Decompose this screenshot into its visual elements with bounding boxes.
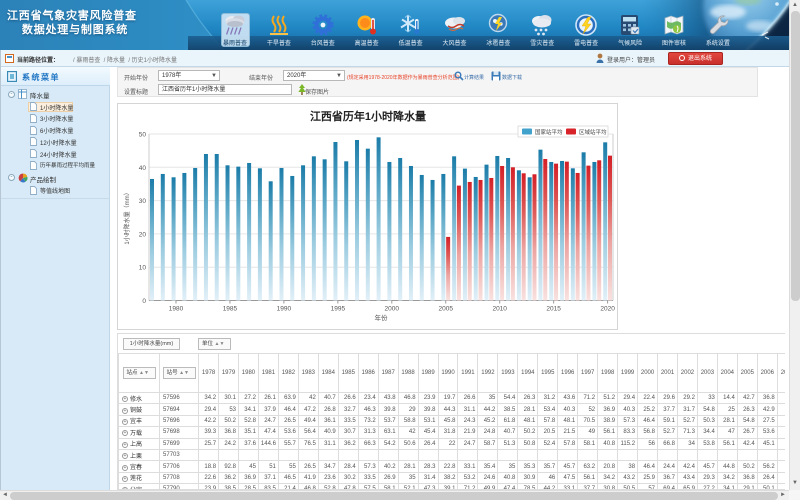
svg-text:20: 20 (139, 231, 147, 238)
svg-text:年份: 年份 (375, 313, 389, 322)
svg-text:2005: 2005 (439, 306, 454, 313)
svg-text:国家站平均: 国家站平均 (535, 128, 563, 136)
svg-text:1985: 1985 (223, 306, 238, 313)
svg-text:2000: 2000 (385, 306, 400, 313)
svg-text:50: 50 (139, 132, 147, 139)
svg-text:2010: 2010 (492, 306, 507, 313)
svg-text:10: 10 (139, 265, 147, 272)
svg-text:区域站平均: 区域站平均 (579, 128, 607, 136)
svg-text:2015: 2015 (546, 306, 561, 313)
svg-text:40: 40 (139, 165, 147, 172)
svg-text:1995: 1995 (331, 306, 346, 313)
svg-text:30: 30 (139, 198, 147, 205)
svg-text:江西省历年1小时降水量: 江西省历年1小时降水量 (310, 109, 426, 123)
svg-text:2020: 2020 (600, 306, 615, 313)
svg-text:0: 0 (142, 298, 146, 305)
svg-text:1990: 1990 (277, 306, 292, 313)
svg-text:1980: 1980 (169, 306, 184, 313)
svg-text:1小时降水量（mm）: 1小时降水量（mm） (123, 189, 131, 244)
